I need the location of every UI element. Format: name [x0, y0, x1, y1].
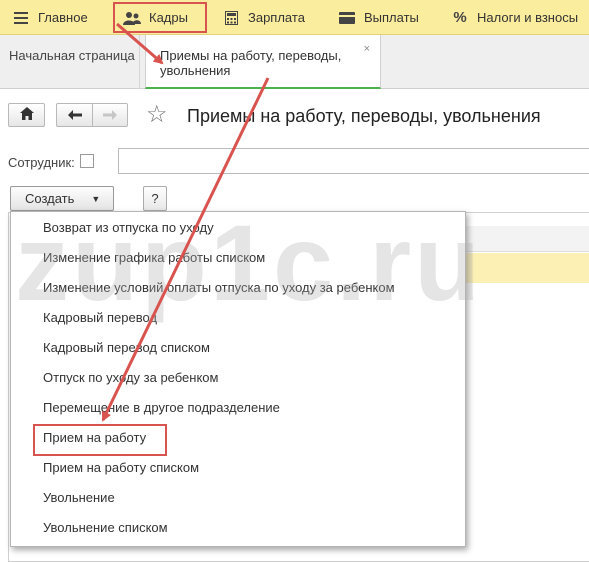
tab-hiring-transfers-dismissals[interactable]: Приемы на работу, переводы, увольнения × [145, 35, 381, 89]
percent-icon: % [453, 9, 467, 26]
dropdown-item[interactable]: Прием на работу списком [43, 456, 199, 480]
hamburger-icon [12, 9, 30, 27]
menu-item-label: Главное [38, 10, 88, 25]
menu-item-label: Зарплата [248, 10, 305, 25]
dropdown-item[interactable]: Изменение условий оплаты отпуска по уход… [43, 276, 395, 300]
employee-filter-label: Сотрудник: [8, 155, 75, 170]
dropdown-item[interactable]: Отпуск по уходу за ребенком [43, 366, 218, 390]
tab-label: Приемы на работу, переводы, увольнения [160, 48, 342, 78]
page-title: Приемы на работу, переводы, увольнения [187, 106, 541, 126]
home-button[interactable] [8, 103, 45, 127]
annotation-highlight-box [33, 424, 167, 456]
dropdown-item[interactable]: Перемещение в другое подразделение [43, 396, 280, 420]
dropdown-item[interactable]: Кадровый перевод [43, 306, 157, 330]
tab-home-page[interactable]: Начальная страница [0, 35, 140, 89]
menu-item-zarplata[interactable]: Зарплата [222, 0, 305, 35]
employee-filter-checkbox[interactable] [80, 154, 94, 168]
favorite-star-icon[interactable]: ☆ [146, 102, 168, 128]
list-selected-row[interactable] [460, 253, 589, 283]
caret-down-icon: ▼ [91, 193, 101, 204]
create-button[interactable]: Создать ▼ [10, 186, 114, 211]
menu-item-nalogi[interactable]: % Налоги и взносы [451, 0, 578, 35]
dropdown-item[interactable]: Увольнение списком [43, 516, 168, 540]
dropdown-item[interactable]: Возврат из отпуска по уходу [43, 216, 214, 240]
menu-item-label: Выплаты [364, 10, 419, 25]
tab-row: Начальная страница Приемы на работу, пер… [0, 35, 589, 89]
employee-filter-input[interactable] [118, 148, 589, 174]
forward-button[interactable] [92, 103, 128, 127]
back-button[interactable] [56, 103, 92, 127]
help-button[interactable]: ? [143, 186, 167, 211]
home-icon [19, 107, 34, 123]
dropdown-item[interactable]: Изменение графика работы списком [43, 246, 265, 270]
wallet-icon [338, 9, 356, 27]
arrow-right-icon [103, 108, 117, 123]
menu-item-main[interactable]: Главное [12, 0, 88, 35]
arrow-left-icon [67, 108, 82, 123]
menu-item-label: Кадры [149, 10, 188, 25]
menu-item-vyplaty[interactable]: Выплаты [338, 0, 419, 35]
create-button-label: Создать [25, 191, 75, 206]
menu-item-kadry[interactable]: Кадры [113, 2, 207, 33]
dropdown-item[interactable]: Кадровый перевод списком [43, 336, 210, 360]
dropdown-item[interactable]: Увольнение [43, 486, 115, 510]
close-icon[interactable]: × [364, 42, 370, 57]
top-menu-bar: Главное Кадры Зарплата Выплаты % Налоги … [0, 0, 589, 35]
people-icon [123, 9, 141, 27]
list-header [460, 226, 589, 252]
menu-item-label: Налоги и взносы [477, 10, 579, 25]
calculator-icon [222, 9, 240, 27]
